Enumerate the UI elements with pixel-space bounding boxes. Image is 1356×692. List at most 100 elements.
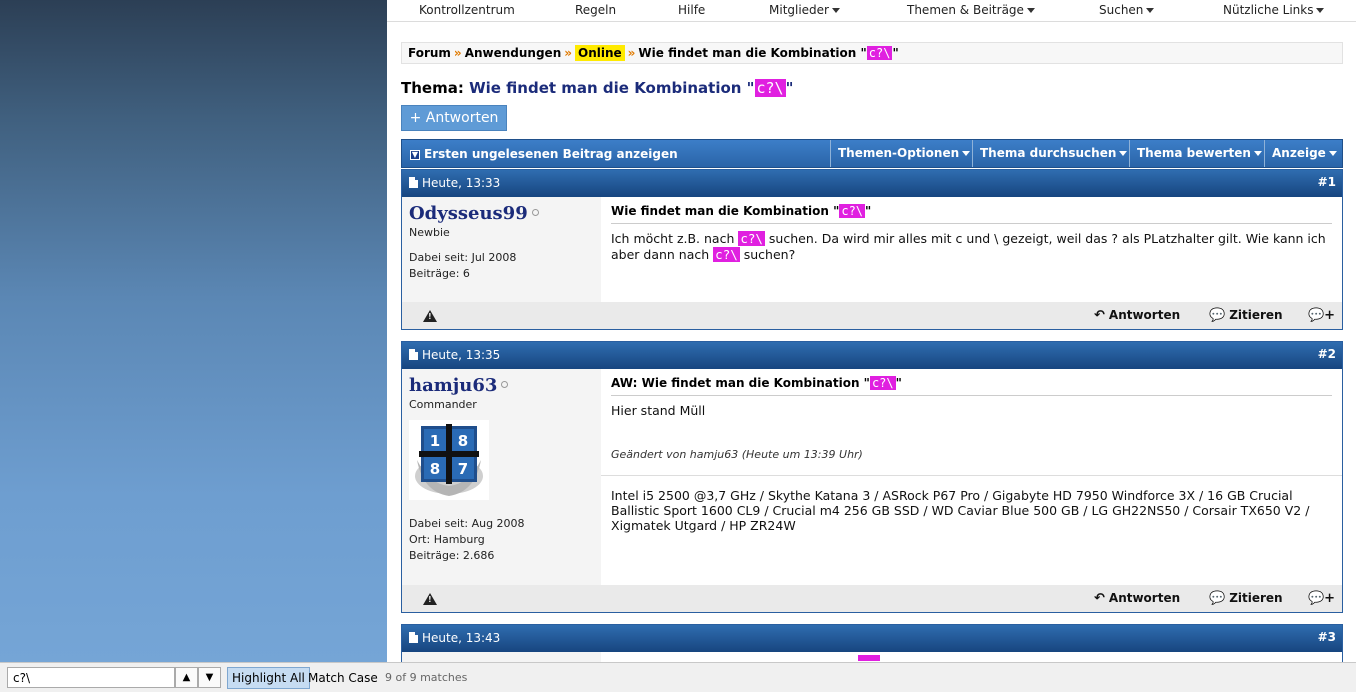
quote-bubble-icon: 💬	[1209, 591, 1226, 606]
reply-button[interactable]: ↶ Antworten	[1094, 591, 1180, 606]
search-highlight: c?\	[754, 79, 786, 97]
display-mode-menu[interactable]: Anzeige	[1264, 140, 1344, 167]
multiquote-plus-icon: 💬+	[1308, 591, 1336, 606]
nav-kontrollzentrum[interactable]: Kontrollzentrum	[419, 3, 515, 17]
post-message: Ich möcht z.B. nach c?\ suchen. Da wird …	[611, 231, 1332, 263]
edit-note-end: Uhr)	[835, 448, 863, 461]
nav-regeln[interactable]: Regeln	[575, 3, 616, 17]
post-date: Heute, 13:35	[409, 348, 500, 362]
post-number-link[interactable]: #1	[1318, 175, 1336, 189]
thread-options-menu[interactable]: Themen-Optionen	[830, 140, 977, 167]
offline-status-icon	[531, 209, 539, 216]
report-warning-icon[interactable]	[423, 310, 437, 322]
page-title: Thema: Wie findet man die Kombination " c…	[401, 79, 793, 97]
user-post-count: Beiträge: 6	[409, 267, 470, 280]
post-number-link[interactable]: #2	[1318, 347, 1336, 361]
first-unread-icon: ▼	[410, 150, 420, 160]
avatar-emblem: 1 8 8 7	[415, 424, 483, 496]
breadcrumb-thread-end: "	[892, 46, 899, 60]
new-reply-button[interactable]: + Antworten	[401, 105, 507, 131]
match-count: 9 of 9 matches	[385, 671, 468, 684]
post: Heute, 13:43 #3	[401, 624, 1343, 662]
post-title-end: "	[895, 376, 902, 390]
username-link[interactable]: hamju63	[409, 375, 497, 396]
reply-label: Antworten	[1108, 308, 1181, 322]
post-title-end: "	[865, 204, 872, 218]
find-input[interactable]	[7, 667, 175, 688]
user-info	[402, 652, 601, 662]
post-header: Heute, 13:33 #1	[402, 170, 1342, 197]
reply-arrow-icon: ↶	[1094, 308, 1105, 323]
nav-nuetzliche-links[interactable]: Nützliche Links	[1223, 3, 1325, 17]
forum-page: Kontrollzentrum Regeln Hilfe Mitglieder …	[387, 0, 1356, 662]
post-header: Heute, 13:35 #2	[402, 342, 1342, 369]
document-icon	[409, 177, 418, 188]
nav-mitglieder[interactable]: Mitglieder	[769, 3, 840, 17]
nav-suchen[interactable]: Suchen	[1099, 3, 1155, 17]
left-background	[0, 0, 387, 662]
post-footer: ↶Antworten 💬Zitieren 💬+	[402, 302, 1342, 329]
chevron-down-icon	[1316, 8, 1325, 13]
top-navigation: Kontrollzentrum Regeln Hilfe Mitglieder …	[387, 0, 1356, 22]
breadcrumb-separator: »	[627, 46, 636, 60]
thread-prefix: Thema:	[401, 79, 464, 97]
search-highlight: c?\	[738, 231, 765, 246]
post-message: Hier stand Müll	[611, 403, 706, 418]
quote-button[interactable]: 💬 Zitieren	[1209, 591, 1283, 606]
edit-note-text: Geändert von hamju63 (Heute um	[611, 448, 804, 461]
thread-rate-menu[interactable]: Thema bewerten	[1129, 140, 1269, 167]
match-case-toggle[interactable]: Match Case	[308, 671, 378, 685]
user-location: Ort: Hamburg	[409, 533, 485, 546]
search-highlight: c?\	[866, 46, 893, 60]
quote-bubble-icon: 💬	[1209, 308, 1226, 323]
username-link[interactable]: Odysseus99	[409, 203, 528, 224]
multiquote-button[interactable]: 💬+	[1308, 308, 1339, 323]
breadcrumb-thread-text: Wie findet man die Kombination "	[638, 46, 867, 60]
post-content: AW: Wie findet man die Kombination " c?\ "…	[601, 369, 1342, 612]
first-unread-link[interactable]: ▼ Ersten ungelesenen Beitrag anzeigen	[410, 147, 678, 161]
search-highlight: c?\	[713, 247, 740, 262]
nav-hilfe[interactable]: Hilfe	[678, 3, 705, 17]
post: Heute, 13:35 #2 hamju63 Commander 1 8 8 …	[401, 341, 1343, 613]
chevron-down-icon	[1119, 151, 1128, 156]
avatar-digit: 8	[458, 432, 468, 450]
thread-title-end: "	[785, 79, 794, 97]
document-icon	[409, 632, 418, 643]
offline-status-icon	[501, 381, 509, 388]
post-date: Heute, 13:33	[409, 176, 500, 190]
nav-themen-beitraege[interactable]: Themen & Beiträge	[907, 3, 1035, 17]
find-previous-button[interactable]: ▲	[175, 667, 198, 688]
user-title: Newbie	[409, 226, 450, 239]
user-signature: Intel i5 2500 @3,7 GHz / Skythe Katana 3…	[601, 475, 1342, 545]
find-next-button[interactable]: ▼	[198, 667, 221, 688]
reply-arrow-icon: ↶	[1094, 591, 1105, 606]
edit-note: Geändert von hamju63 (Heute um 13:39 Uhr…	[611, 448, 863, 461]
report-warning-icon[interactable]	[423, 593, 437, 605]
breadcrumb-online[interactable]: Online	[575, 45, 625, 61]
breadcrumb-separator: »	[453, 46, 462, 60]
quote-button[interactable]: 💬 Zitieren	[1209, 308, 1283, 323]
post: Heute, 13:33 #1 Odysseus99 Newbie Dabei …	[401, 169, 1343, 330]
highlight-all-toggle[interactable]: Highlight All	[227, 667, 310, 689]
post-text-part: Ich möcht z.B. nach	[611, 231, 739, 246]
post-date-text: Heute, 13:43	[422, 631, 501, 645]
user-title: Commander	[409, 398, 477, 411]
post-content: Wie findet man die Kombination " c?\ " Ich…	[601, 197, 1342, 270]
avatar[interactable]: 1 8 8 7	[409, 420, 489, 500]
user-stats: Dabei seit: Aug 2008 Ort: Hamburg Beiträ…	[409, 516, 525, 564]
breadcrumb-forum[interactable]: Forum	[408, 46, 451, 60]
user-post-count: Beiträge: 2.686	[409, 549, 495, 562]
thread-search-menu[interactable]: Thema durchsuchen	[972, 140, 1134, 167]
chevron-down-icon	[1328, 151, 1337, 156]
breadcrumb: Forum» Anwendungen» Online» Wie findet man …	[401, 42, 1343, 64]
document-icon	[409, 349, 418, 360]
reply-button[interactable]: ↶ Antworten	[1094, 308, 1180, 323]
chevron-down-icon: ▼	[205, 672, 214, 683]
multiquote-button[interactable]: 💬+	[1308, 591, 1339, 606]
search-highlight: c?\	[839, 204, 866, 218]
multiquote-plus-icon: 💬+	[1308, 308, 1336, 323]
breadcrumb-anwendungen[interactable]: Anwendungen	[465, 46, 562, 60]
post-number-link[interactable]: #3	[1318, 630, 1336, 644]
user-joined: Dabei seit: Aug 2008	[409, 517, 525, 530]
reply-label: Antworten	[1108, 591, 1181, 605]
